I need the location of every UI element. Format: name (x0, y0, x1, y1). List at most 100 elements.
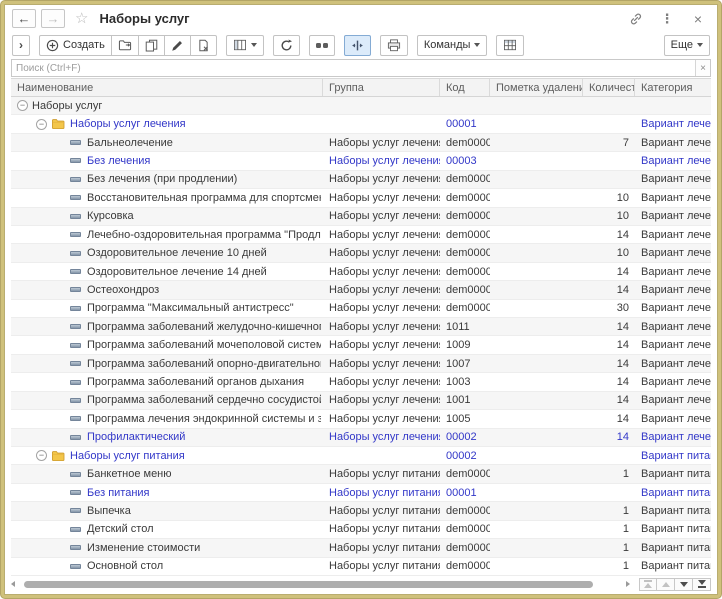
tree-row-root[interactable]: −Наборы услуг (11, 97, 711, 115)
tree-collapse-icon[interactable]: − (17, 100, 28, 111)
tree-row-item[interactable]: КурсовкаНаборы услуг леченияdem00000610В… (11, 208, 711, 226)
tree-row-item[interactable]: Оздоровительное лечение 14 днейНаборы ус… (11, 263, 711, 281)
form-settings-button[interactable] (496, 35, 524, 56)
item-icon (70, 380, 81, 385)
cell-name: Профилактический (11, 429, 323, 446)
tree-row-item[interactable]: БальнеолечениеНаборы услуг леченияdem000… (11, 134, 711, 152)
forward-button[interactable]: → (41, 9, 65, 28)
item-name-label: Изменение стоимости (87, 542, 200, 554)
tree-collapse-icon[interactable]: − (36, 119, 47, 130)
item-name-label: Остеохондроз (87, 284, 159, 296)
scroll-left-icon[interactable] (11, 581, 15, 587)
tree-row-item[interactable]: Банкетное менюНаборы услуг питанияdem000… (11, 465, 711, 483)
scroll-right-icon[interactable] (626, 581, 630, 587)
tree-row-item[interactable]: Изменение стоимостиНаборы услуг питанияd… (11, 539, 711, 557)
cell-group: Наборы услуг лечения (323, 208, 440, 225)
tree-row-item[interactable]: ОстеохондрозНаборы услуг леченияdem00000… (11, 281, 711, 299)
cell-del (490, 226, 583, 243)
cell-group: Наборы услуг питания (323, 521, 440, 538)
tree-row-item[interactable]: Без лечения (при продлении)Наборы услуг … (11, 171, 711, 189)
cell-group: Наборы услуг лечения (323, 263, 440, 280)
column-header-group[interactable]: Группа (323, 79, 440, 96)
delete-mark-button[interactable] (191, 35, 217, 56)
item-icon (70, 361, 81, 366)
search-clear-icon[interactable]: × (695, 60, 710, 76)
tree-row-item[interactable]: Программа заболеваний сердечно сосудисто… (11, 392, 711, 410)
tree-row-item[interactable]: Основной столНаборы услуг питанияdem0000… (11, 558, 711, 576)
window-menu-icon[interactable]: ⋮ (658, 10, 676, 28)
item-name-label: Наборы услуг питания (70, 450, 185, 462)
cell-group: Наборы услуг питания (323, 558, 440, 575)
more-button[interactable]: Еще (664, 35, 710, 56)
item-name-label: Без питания (87, 487, 150, 499)
horizontal-scrollbar-thumb[interactable] (24, 581, 593, 588)
tree-row-item[interactable]: Программа заболеваний органов дыханияНаб… (11, 373, 711, 391)
cell-qty: 14 (583, 318, 635, 335)
tree-row-group[interactable]: −Наборы услуг лечения00001Вариант лечени… (11, 115, 711, 133)
move-item-button[interactable] (344, 35, 371, 56)
set-interval-button[interactable] (309, 35, 335, 56)
cell-qty (583, 115, 635, 132)
tree-row-item[interactable]: Без леченияНаборы услуг лечения00003Вари… (11, 152, 711, 170)
create-button[interactable]: Создать (39, 35, 112, 56)
cell-code: 1009 (440, 336, 490, 353)
cell-category: Вариант лечения (635, 300, 711, 317)
tree-row-item[interactable]: ПрофилактическийНаборы услуг лечения0000… (11, 429, 711, 447)
cell-qty: 14 (583, 263, 635, 280)
commands-button[interactable]: Команды (417, 35, 488, 56)
cell-group: Наборы услуг лечения (323, 281, 440, 298)
tree-row-item[interactable]: Без питанияНаборы услуг питания00001Вари… (11, 484, 711, 502)
copy-button[interactable] (139, 35, 165, 56)
back-button[interactable]: ← (12, 9, 36, 28)
cell-qty: 14 (583, 226, 635, 243)
cell-name: −Наборы услуг лечения (11, 115, 323, 132)
tree-row-item[interactable]: Детский столНаборы услуг питанияdem00000… (11, 521, 711, 539)
column-header-code[interactable]: Код (440, 79, 490, 96)
cell-category: Вариант лечения (635, 115, 711, 132)
cell-name: Программа "Максимальный антистресс" (11, 300, 323, 317)
cell-category: Вариант лечения (635, 355, 711, 372)
tree-row-group[interactable]: −Наборы услуг питания00002Вариант питани… (11, 447, 711, 465)
item-name-label: Оздоровительное лечение 10 дней (87, 247, 267, 259)
search-input[interactable] (12, 60, 695, 76)
item-icon (70, 269, 81, 274)
close-icon[interactable]: × (689, 10, 707, 28)
scroll-up-button[interactable] (657, 578, 675, 591)
tree-row-item[interactable]: Программа заболеваний желудочно-кишечног… (11, 318, 711, 336)
cell-group: Наборы услуг лечения (323, 171, 440, 188)
tree-row-item[interactable]: Лечебно-оздоровительная программа "Продл… (11, 226, 711, 244)
tree-row-item[interactable]: Программа заболеваний опорно-двигательно… (11, 355, 711, 373)
tree-row-item[interactable]: Восстановительная программа для спортсме… (11, 189, 711, 207)
view-mode-button[interactable] (226, 35, 264, 56)
column-header-name[interactable]: Наименование (11, 79, 323, 96)
refresh-button[interactable] (273, 35, 300, 56)
print-button[interactable] (380, 35, 408, 56)
item-name-label: Лечебно-оздоровительная программа "Продл… (87, 229, 321, 241)
favorite-star-icon[interactable]: ☆ (75, 11, 88, 26)
cell-group (323, 97, 440, 114)
edit-button[interactable] (165, 35, 191, 56)
tree-row-item[interactable]: ВыпечкаНаборы услуг питанияdem0000101Вар… (11, 502, 711, 520)
list-form: ← → ☆ Наборы услуг ⋮ × › (4, 4, 718, 595)
cell-del (490, 484, 583, 501)
column-header-category[interactable]: Категория (635, 79, 711, 96)
expand-panel-button[interactable]: › (12, 35, 30, 56)
item-name-label: Курсовка (87, 210, 134, 222)
column-header-del[interactable]: Пометка удаления (490, 79, 583, 96)
horizontal-scrollbar-track[interactable] (18, 580, 623, 589)
cell-code: 1011 (440, 318, 490, 335)
tree-row-item[interactable]: Оздоровительное лечение 10 дней Наборы ус… (11, 244, 711, 262)
scroll-down-button[interactable] (675, 578, 693, 591)
plus-circle-icon (46, 39, 59, 52)
column-header-qty[interactable]: Количество (583, 79, 635, 96)
tree-collapse-icon[interactable]: − (36, 450, 47, 461)
tree-row-item[interactable]: Программа лечения эндокринной системы и … (11, 410, 711, 428)
tree-row-item[interactable]: Программа "Максимальный антистресс"Набор… (11, 300, 711, 318)
tree-row-item[interactable]: Программа заболеваний мочеполовой систем… (11, 336, 711, 354)
scroll-to-top-button[interactable] (639, 578, 657, 591)
scroll-to-bottom-button[interactable] (693, 578, 711, 591)
item-icon (70, 564, 81, 569)
create-group-button[interactable] (112, 35, 139, 56)
get-link-icon[interactable] (627, 10, 645, 28)
cell-group: Наборы услуг лечения (323, 244, 440, 261)
